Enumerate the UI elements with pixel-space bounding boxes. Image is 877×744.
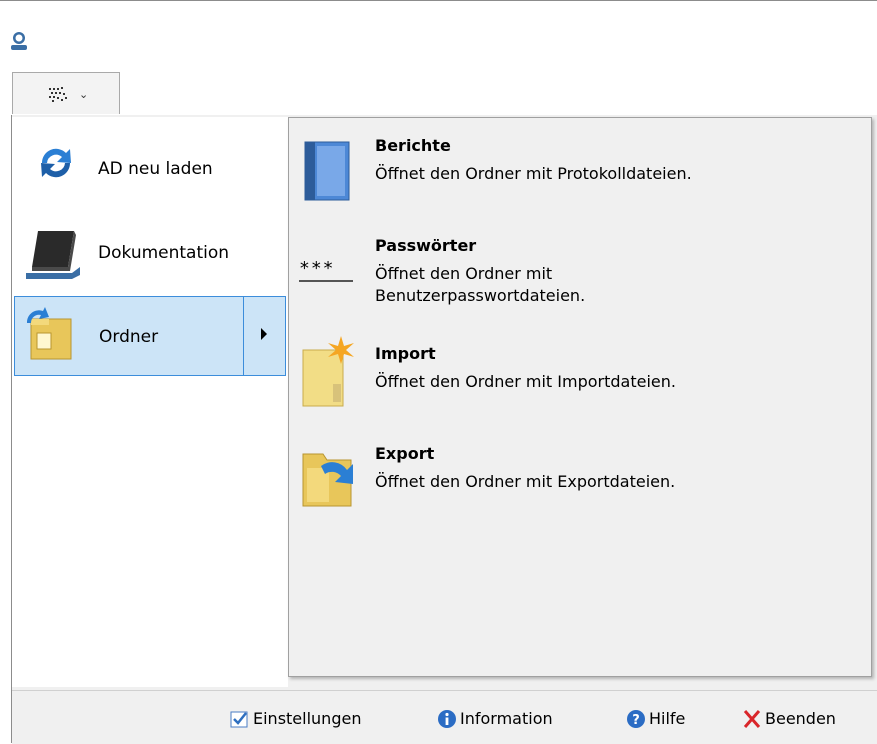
menu-item-label: Dokumentation bbox=[98, 243, 230, 263]
submenu-item-description: Öffnet den Ordner mit Exportdateien. bbox=[375, 472, 676, 491]
svg-text:?: ? bbox=[632, 713, 640, 728]
title-bar bbox=[0, 0, 877, 75]
chevron-down-icon: ⌄ bbox=[79, 88, 89, 101]
settings-button[interactable]: Einstellungen bbox=[230, 708, 361, 730]
submenu-item-passwords[interactable]: *** Passwörter Öffnet den Ordner mit Ben… bbox=[289, 218, 869, 314]
help-icon: ? bbox=[627, 709, 645, 728]
menu-item-ad-reload[interactable]: AD neu laden bbox=[14, 121, 286, 201]
refresh-arrows-icon bbox=[41, 148, 71, 178]
close-icon bbox=[743, 709, 761, 728]
submenu-item-import[interactable]: Import Öffnet den Ordner mit Importdatei… bbox=[289, 322, 869, 418]
submenu-item-description: Öffnet den Ordner mit Benutzerpasswortda… bbox=[375, 264, 586, 305]
submenu-arrow-icon[interactable] bbox=[261, 328, 267, 340]
submenu-item-description: Öffnet den Ordner mit Protokolldateien. bbox=[375, 164, 692, 183]
folder-submenu: Berichte Öffnet den Ordner mit Protokoll… bbox=[288, 117, 872, 677]
menu-item-folder[interactable]: Ordner bbox=[14, 296, 286, 376]
help-button[interactable]: ? Hilfe bbox=[626, 708, 685, 730]
password-icon: *** bbox=[299, 258, 353, 282]
app-user-icon bbox=[11, 32, 27, 50]
export-icon bbox=[302, 453, 353, 507]
footer-bar: Einstellungen Information ? Hilfe Beende… bbox=[12, 690, 877, 744]
submenu-item-description: Öffnet den Ordner mit Importdateien. bbox=[375, 372, 676, 391]
app-menu-left-pane: AD neu laden Dokumentation Ordner bbox=[12, 117, 288, 687]
information-label: Information bbox=[460, 709, 553, 728]
book-icon bbox=[26, 231, 80, 279]
settings-label: Einstellungen bbox=[253, 709, 362, 728]
submenu-item-title: Passwörter bbox=[375, 236, 477, 255]
import-icon bbox=[302, 336, 354, 407]
exit-button[interactable]: Beenden bbox=[742, 708, 836, 730]
settings-checkbox-icon bbox=[230, 711, 248, 727]
submenu-item-export[interactable]: Export Öffnet den Ordner mit Exportdatei… bbox=[289, 422, 869, 518]
menu-item-label: AD neu laden bbox=[98, 159, 213, 179]
menu-item-documentation[interactable]: Dokumentation bbox=[14, 209, 286, 289]
menu-item-label: Ordner bbox=[99, 327, 159, 347]
exit-label: Beenden bbox=[765, 709, 836, 728]
report-book-icon bbox=[304, 141, 350, 201]
grid-icon bbox=[49, 87, 67, 102]
submenu-item-title: Export bbox=[375, 444, 435, 463]
information-button[interactable]: Information bbox=[437, 708, 553, 730]
app-menu-button[interactable]: ⌄ bbox=[12, 72, 120, 114]
submenu-item-title: Berichte bbox=[375, 136, 451, 155]
split-divider bbox=[243, 297, 244, 375]
submenu-item-title: Import bbox=[375, 344, 436, 363]
submenu-item-reports[interactable]: Berichte Öffnet den Ordner mit Protokoll… bbox=[289, 118, 869, 214]
folder-open-icon bbox=[26, 307, 72, 360]
information-icon bbox=[438, 709, 456, 728]
help-label: Hilfe bbox=[649, 709, 686, 728]
